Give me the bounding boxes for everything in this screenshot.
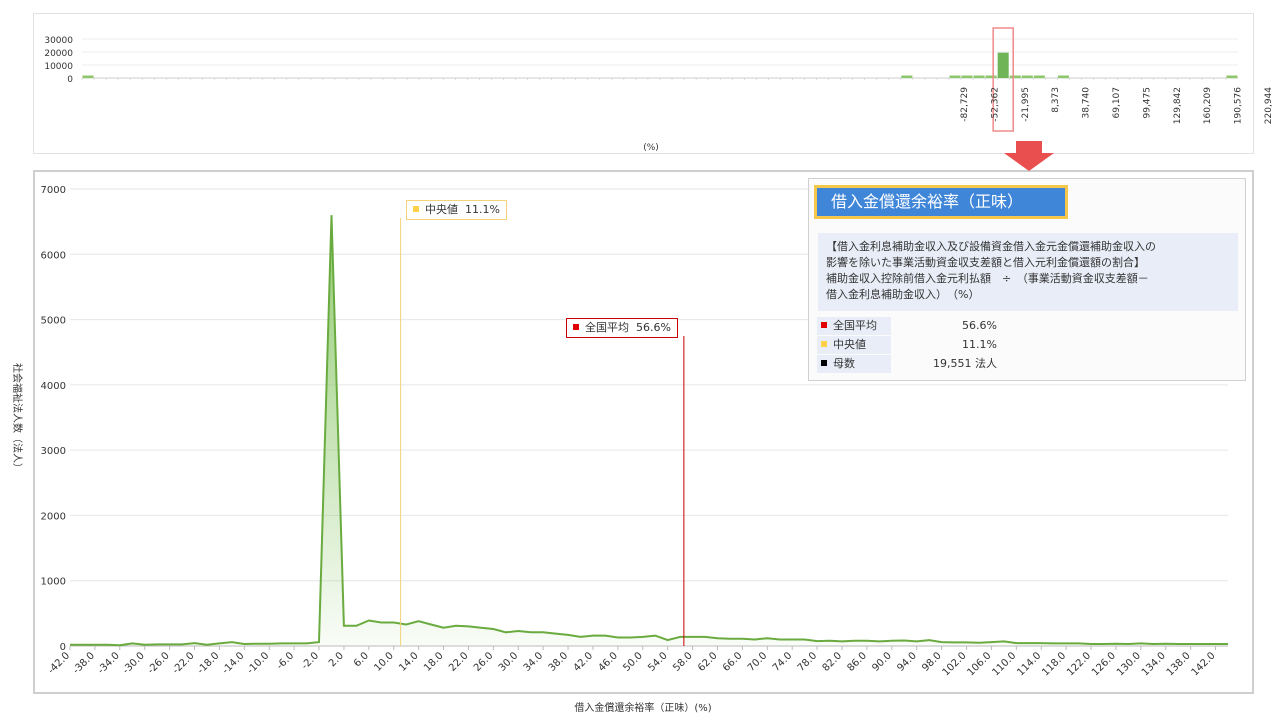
x-tick-label: -38.0 [71,650,97,676]
y-tick-label: 4000 [41,381,66,392]
x-tick-label: -26.0 [146,650,172,676]
x-tick-label: 62.0 [696,650,720,674]
stat-row-median: 中央値 11.1% [817,336,997,354]
x-tick-label: 130.0 [1115,650,1143,678]
median-color-swatch [413,206,419,212]
median-marker-name: 中央値 [425,203,458,216]
average-stat-swatch [821,322,827,328]
median-marker-value: 11.1% [465,203,500,216]
x-tick-label: 42.0 [572,650,596,674]
x-tick-label: 26.0 [472,650,496,674]
x-tick-label: 110.0 [990,650,1018,678]
indicator-title: 借入金償還余裕率（正味） [814,185,1068,219]
y-tick-label: 3000 [41,446,66,457]
x-axis-title: 借入金償還余裕率（正味）(%) [574,701,711,714]
y-tick-label: 2000 [41,511,66,522]
stat-value: 19,551 法人 [933,357,997,370]
x-tick-label: -14.0 [220,650,246,676]
x-tick-label: 118.0 [1040,650,1068,678]
x-tick-label: 50.0 [621,650,645,674]
x-tick-label: 38.0 [547,650,571,674]
x-tick-label: 30.0 [497,650,521,674]
median-stat-swatch [821,341,827,347]
stat-row-average: 全国平均 56.6% [817,317,997,335]
x-tick-label: -22.0 [171,650,197,676]
x-tick-label: 74.0 [771,650,795,674]
x-tick-label: 6.0 [352,650,371,669]
average-marker-name: 全国平均 [585,321,629,334]
x-tick-label: 138.0 [1165,650,1193,678]
x-tick-label: -2.0 [300,650,322,672]
indicator-description: 【借入金利息補助金収入及び設備資金借入金元金償還補助金収入の 影響を除いた事業活… [818,233,1238,311]
x-tick-label: -30.0 [121,650,147,676]
x-tick-label: 106.0 [966,650,994,678]
x-tick-label: 102.0 [941,650,969,678]
y-tick-label: 5000 [41,316,66,327]
x-tick-label: -10.0 [245,650,271,676]
x-tick-label: 134.0 [1140,650,1168,678]
x-tick-label: 78.0 [796,650,820,674]
y-tick-label: 6000 [41,250,66,261]
x-tick-label: 122.0 [1065,650,1093,678]
x-tick-label: 126.0 [1090,650,1118,678]
median-marker-label: 中央値 11.1% [406,200,507,220]
x-tick-label: -6.0 [275,650,297,672]
average-color-swatch [573,324,579,330]
description-line-4: 借入金利息補助金収入） （%） [826,288,980,301]
x-tick-label: 142.0 [1190,650,1218,678]
x-tick-label: 70.0 [746,650,770,674]
x-tick-label: -42.0 [46,650,72,676]
x-tick-label: -18.0 [195,650,221,676]
x-tick-label: 54.0 [646,650,670,674]
stat-value: 56.6% [962,319,997,332]
stat-label: 中央値 [833,338,866,351]
x-tick-label: 114.0 [1015,650,1043,678]
x-tick-label: 34.0 [522,650,546,674]
count-stat-swatch [821,360,827,366]
description-line-2: 影響を除いた事業活動資金収支差額と借入元利金償還額の割合】 [826,256,1145,269]
description-line-1: 【借入金利息補助金収入及び設備資金借入金元金償還補助金収入の [826,240,1156,253]
stat-row-count: 母数 19,551 法人 [817,355,997,373]
x-tick-label: 46.0 [596,650,620,674]
x-tick-label: 86.0 [846,650,870,674]
y-tick-label: 7000 [41,185,66,196]
x-tick-label: 90.0 [870,650,894,674]
x-tick-label: 94.0 [895,650,919,674]
y-axis-title: 社会福祉法人数（法人） [11,363,24,473]
x-tick-label: 10.0 [372,650,396,674]
stat-value: 11.1% [962,338,997,351]
x-tick-label: 66.0 [721,650,745,674]
x-tick-label: 14.0 [397,650,421,674]
x-tick-label: 2.0 [327,650,346,669]
average-marker-label: 全国平均 56.6% [566,318,678,338]
y-tick-label: 1000 [41,577,66,588]
average-marker-value: 56.6% [636,321,671,334]
description-line-3: 補助金収入控除前借入金元利払額 ÷ （事業活動資金収支差額－ [826,272,1149,285]
x-tick-label: -34.0 [96,650,122,676]
x-tick-label: 58.0 [671,650,695,674]
x-tick-label: 82.0 [821,650,845,674]
stat-label: 母数 [833,357,855,370]
x-tick-label: 22.0 [447,650,471,674]
stat-label: 全国平均 [833,319,877,332]
x-tick-label: 18.0 [422,650,446,674]
zoom-arrow-icon [1004,141,1054,171]
